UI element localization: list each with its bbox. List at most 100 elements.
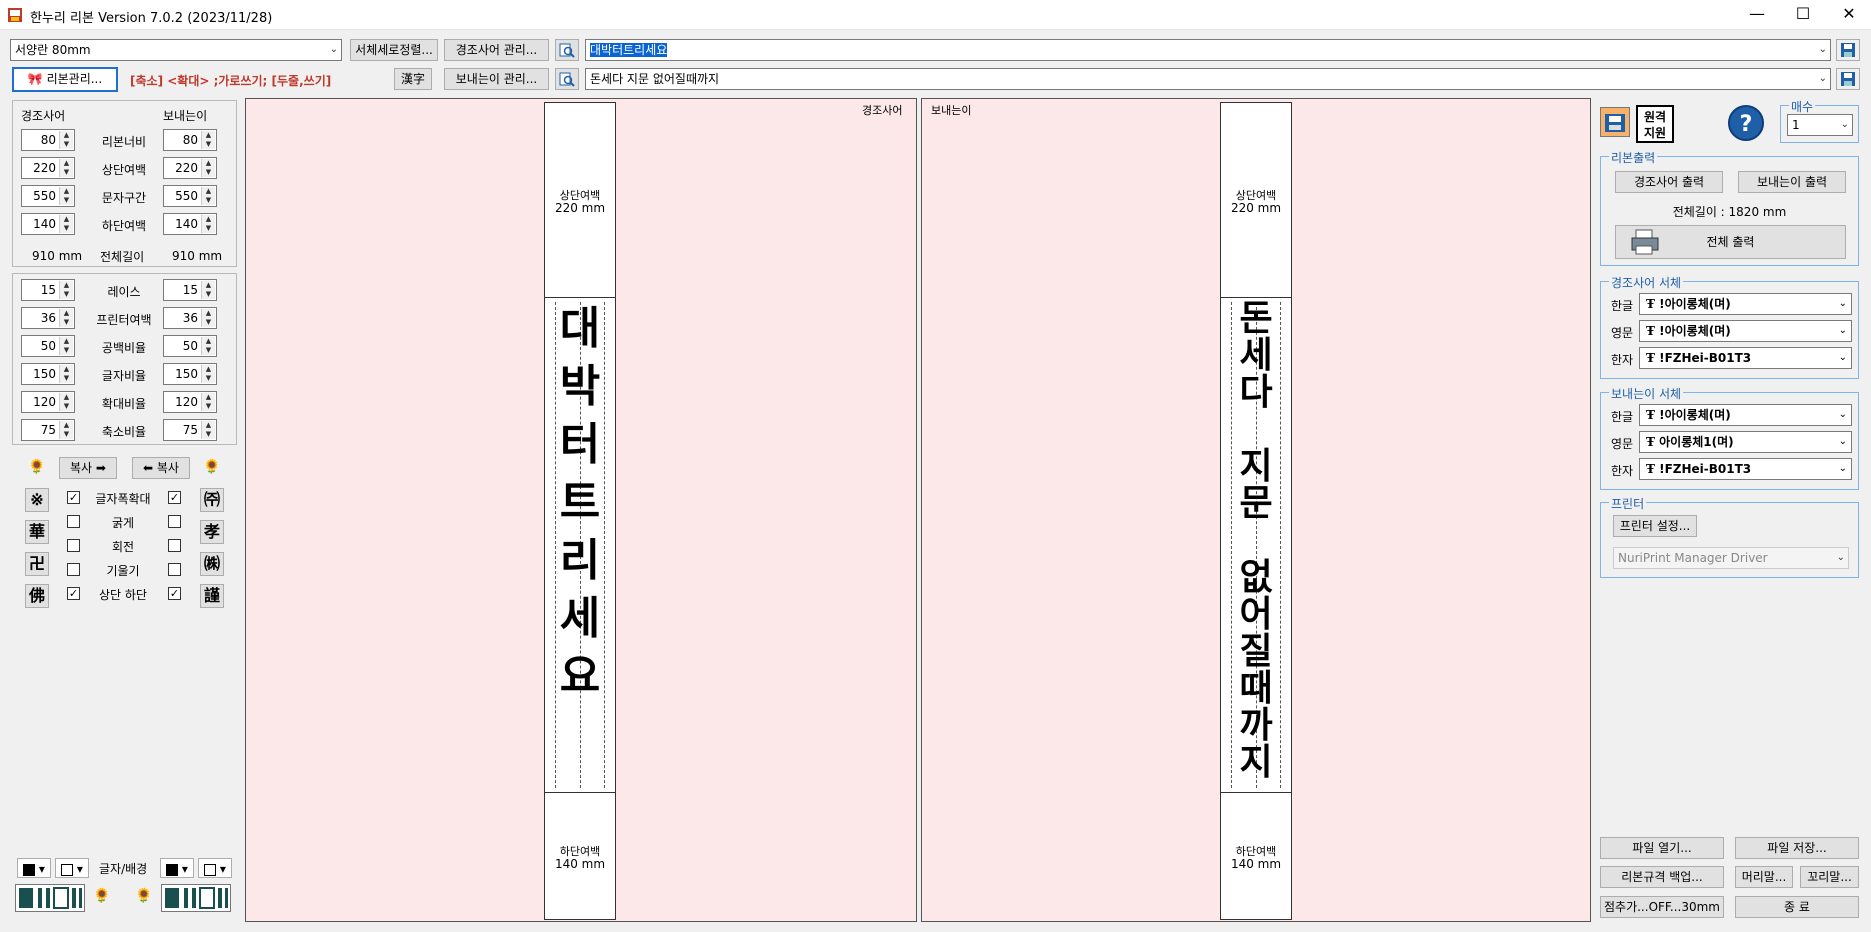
number-spinner[interactable]: 140 ▲ ▼ [21,213,75,235]
up-arrow-icon[interactable]: ▲ [202,187,215,196]
check-left[interactable] [67,563,80,576]
header-button[interactable]: 머리말... [1735,866,1793,888]
spinner-arrows[interactable]: ▲ ▼ [59,309,73,327]
spinner-arrows[interactable]: ▲ ▼ [59,215,73,233]
number-spinner[interactable]: 50 ▲ ▼ [163,335,217,357]
copy-right-button[interactable]: 복사 ➡ [59,457,117,479]
down-arrow-icon[interactable]: ▼ [60,374,73,383]
spinner-arrows[interactable]: ▲ ▼ [59,281,73,299]
up-arrow-icon[interactable]: ▲ [202,365,215,374]
check-right[interactable]: ✓ [168,587,181,600]
save-file-button[interactable]: 파일 저장... [1735,837,1859,859]
up-arrow-icon[interactable]: ▲ [202,159,215,168]
spinner-arrows[interactable]: ▲ ▼ [59,393,73,411]
number-spinner[interactable]: 75 ▲ ▼ [21,419,75,441]
down-arrow-icon[interactable]: ▼ [202,430,215,439]
ribbon-manage-button[interactable]: 🎀 리본관리... [12,67,118,92]
print-sender-button[interactable]: 경조사어 출력 [1615,171,1723,193]
spinner-arrows[interactable]: ▲ ▼ [201,159,215,177]
spinner-arrows[interactable]: ▲ ▼ [59,421,73,439]
footer-button[interactable]: 꼬리말... [1800,866,1859,888]
down-arrow-icon[interactable]: ▼ [60,402,73,411]
down-arrow-icon[interactable]: ▼ [202,374,215,383]
down-arrow-icon[interactable]: ▼ [202,168,215,177]
receiver-save-icon[interactable] [1836,68,1860,90]
up-arrow-icon[interactable]: ▲ [60,281,73,290]
bg-color-left-picker[interactable]: ▾ [55,858,89,878]
font-select[interactable]: Ŧ !아이롱체(며) ⌄ [1639,320,1852,342]
exit-button[interactable]: 종 료 [1735,896,1859,918]
printer-setup-button[interactable]: 프린터 설정... [1613,515,1697,537]
spinner-arrows[interactable]: ▲ ▼ [201,309,215,327]
down-arrow-icon[interactable]: ▼ [60,140,73,149]
number-spinner[interactable]: 50 ▲ ▼ [21,335,75,357]
spinner-arrows[interactable]: ▲ ▼ [201,393,215,411]
printer-select[interactable]: NuriPrint Manager Driver ⌄ [1613,547,1849,569]
down-arrow-icon[interactable]: ▼ [60,168,73,177]
bg-color-right-picker[interactable]: ▾ [198,858,232,878]
help-icon[interactable]: ? [1726,104,1766,142]
number-spinner[interactable]: 15 ▲ ▼ [21,279,75,301]
spinner-arrows[interactable]: ▲ ▼ [201,281,215,299]
check-right[interactable] [168,563,181,576]
copy-left-button[interactable]: ⬅ 복사 [132,457,190,479]
symbol-button-left[interactable]: 華 [25,520,49,544]
spinner-arrows[interactable]: ▲ ▼ [201,337,215,355]
number-spinner[interactable]: 15 ▲ ▼ [163,279,217,301]
spinner-arrows[interactable]: ▲ ▼ [59,159,73,177]
remote-support-button[interactable]: 원격 지원 [1636,105,1674,143]
number-spinner[interactable]: 140 ▲ ▼ [163,213,217,235]
sender-save-icon[interactable] [1836,39,1860,61]
check-left[interactable] [67,539,80,552]
symbol-button-right[interactable]: 孝 [200,520,224,544]
flower-icon[interactable]: 🌻 [132,885,156,909]
receiver-ribbon[interactable]: 상단여백 220 mm 돈세다 지문 없어질때까지 하단여백 140 mm [1220,102,1292,920]
down-arrow-icon[interactable]: ▼ [202,224,215,233]
print-receiver-button[interactable]: 보내는이 출력 [1738,171,1846,193]
font-select[interactable]: Ŧ !아이롱체(며) ⌄ [1639,293,1852,315]
print-all-button[interactable]: 전체 출력 [1615,225,1846,259]
down-arrow-icon[interactable]: ▼ [60,318,73,327]
receiver-search-icon[interactable] [555,68,579,90]
up-arrow-icon[interactable]: ▲ [60,393,73,402]
down-arrow-icon[interactable]: ▼ [60,430,73,439]
font-select[interactable]: Ŧ !FZHei-B01T3 ⌄ [1639,347,1852,369]
up-arrow-icon[interactable]: ▲ [202,281,215,290]
up-arrow-icon[interactable]: ▲ [60,337,73,346]
number-spinner[interactable]: 36 ▲ ▼ [21,307,75,329]
text-color-left-picker[interactable]: ▾ [17,858,51,878]
check-left[interactable]: ✓ [67,587,80,600]
symbol-button-left[interactable]: ※ [25,488,49,512]
symbol-button-right[interactable]: ㈜ [200,488,224,512]
layout-right-icon[interactable] [161,884,231,912]
font-select[interactable]: Ŧ 아이롱체1(며) ⌄ [1639,431,1852,453]
spinner-arrows[interactable]: ▲ ▼ [201,131,215,149]
number-spinner[interactable]: 80 ▲ ▼ [163,129,217,151]
down-arrow-icon[interactable]: ▼ [202,318,215,327]
sender-search-icon[interactable] [555,39,579,61]
flower-icon[interactable]: 🌻 [200,456,224,480]
flower-icon[interactable]: 🌻 [90,885,114,909]
backup-button[interactable]: 리본규격 백업... [1600,866,1724,888]
spinner-arrows[interactable]: ▲ ▼ [59,131,73,149]
sender-manage-button[interactable]: 경조사어 관리... [444,39,549,61]
up-arrow-icon[interactable]: ▲ [202,421,215,430]
receiver-manage-button[interactable]: 보내는이 관리... [444,68,549,90]
paper-size-select[interactable]: 서양란 80mm ⌄ [10,39,342,61]
spinner-arrows[interactable]: ▲ ▼ [59,337,73,355]
symbol-button-left[interactable]: 佛 [25,584,49,608]
check-right[interactable] [168,515,181,528]
down-arrow-icon[interactable]: ▼ [202,140,215,149]
receiver-text-input[interactable]: 돈세다 지문 없어질때까지 ⌄ [585,68,1831,90]
down-arrow-icon[interactable]: ▼ [60,196,73,205]
down-arrow-icon[interactable]: ▼ [60,290,73,299]
number-spinner[interactable]: 220 ▲ ▼ [163,157,217,179]
down-arrow-icon[interactable]: ▼ [202,346,215,355]
printer-save-icon[interactable] [1600,107,1630,137]
down-arrow-icon[interactable]: ▼ [202,196,215,205]
down-arrow-icon[interactable]: ▼ [202,402,215,411]
number-spinner[interactable]: 80 ▲ ▼ [21,129,75,151]
text-color-right-picker[interactable]: ▾ [160,858,194,878]
number-spinner[interactable]: 75 ▲ ▼ [163,419,217,441]
spinner-arrows[interactable]: ▲ ▼ [201,215,215,233]
